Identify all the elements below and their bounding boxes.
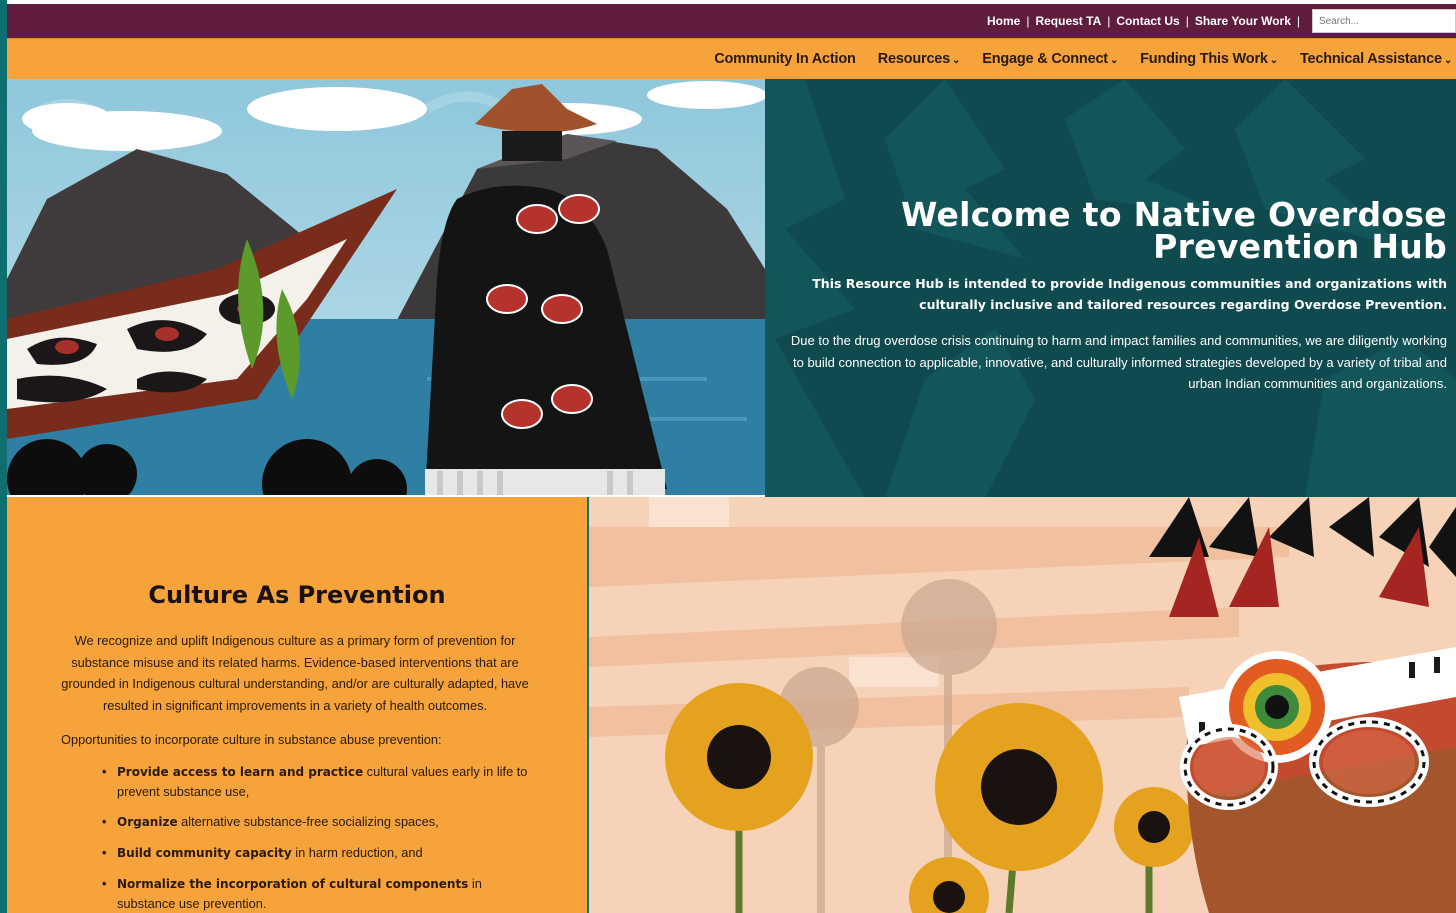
chevron-down-icon: ⌄ [952,55,961,66]
nav-label: Funding This Work [1140,51,1268,67]
nav-engage-connect[interactable]: Engage & Connect ⌄ [982,51,1118,67]
hero-title: Welcome to Native Overdose Prevention Hu… [900,195,1447,266]
utility-bar: Home | Request TA | Contact Us | Share Y… [7,4,1456,38]
culture-intro: We recognize and uplift Indigenous cultu… [61,633,529,713]
canoe-and-figure-illustration [7,79,765,495]
link-separator: | [1026,14,1030,28]
list-item-text: in harm reduction, and [291,845,423,860]
list-item-bold: Organize [117,815,178,829]
nav-label: Community In Action [714,51,856,67]
main-navigation: Community In Action Resources ⌄ Engage & … [7,38,1456,79]
list-item-bold: Normalize the incorporation of cultural … [117,877,469,891]
chevron-down-icon: ⌄ [1443,55,1452,66]
hero-subtitle: This Resource Hub is intended to provide… [812,276,1447,312]
nav-label: Resources [877,51,951,67]
link-separator: | [1185,14,1189,28]
utility-links: Home | Request TA | Contact Us | Share Y… [987,14,1306,28]
culture-lead: Opportunities to incorporate culture in … [61,732,442,747]
nav-technical-assistance[interactable]: Technical Assistance ⌄ [1300,51,1452,67]
left-edge-strip [0,0,7,913]
hero-text-block: Welcome to Native Overdose Prevention Hu… [787,195,1447,395]
nav-label: Engage & Connect [982,51,1108,67]
chevron-down-icon: ⌄ [1269,55,1278,66]
list-item: Normalize the incorporation of cultural … [99,874,539,913]
list-item-bold: Provide access to learn and practice [117,765,364,779]
list-item-bold: Build community capacity [117,846,292,860]
list-item: Organize alternative substance-free soci… [99,812,539,832]
nav-funding-this-work[interactable]: Funding This Work ⌄ [1140,51,1278,67]
list-item-text: alternative substance-free socializing s… [177,814,439,829]
home-link[interactable]: Home [987,14,1020,28]
hero-illustration [7,79,765,495]
contact-us-link[interactable]: Contact Us [1116,14,1179,28]
list-item: Build community capacity in harm reducti… [99,843,539,863]
chevron-down-icon: ⌄ [1109,55,1119,66]
hero-welcome-panel: Welcome to Native Overdose Prevention Hu… [765,79,1456,498]
nav-resources[interactable]: Resources ⌄ [878,51,961,67]
sunflowers-and-headdress-art [589,497,1456,913]
request-ta-link[interactable]: Request TA [1035,14,1101,28]
link-separator: | [1296,14,1300,28]
nav-label: Technical Assistance [1299,51,1442,67]
section-heading: Culture As Prevention [148,581,446,609]
nav-community-in-action[interactable]: Community In Action [714,51,856,67]
hero-description: Due to the drug overdose crisis continui… [790,333,1447,391]
list-item: Provide access to learn and practice cul… [99,762,539,801]
sunflower-dancer-illustration [589,497,1456,913]
opportunities-list: Provide access to learn and practice cul… [99,762,539,913]
share-your-work-link[interactable]: Share Your Work [1195,14,1291,28]
culture-as-prevention-section: Culture As Prevention We recognize and u… [7,497,589,913]
search-input[interactable] [1312,9,1456,33]
link-separator: | [1107,14,1111,28]
